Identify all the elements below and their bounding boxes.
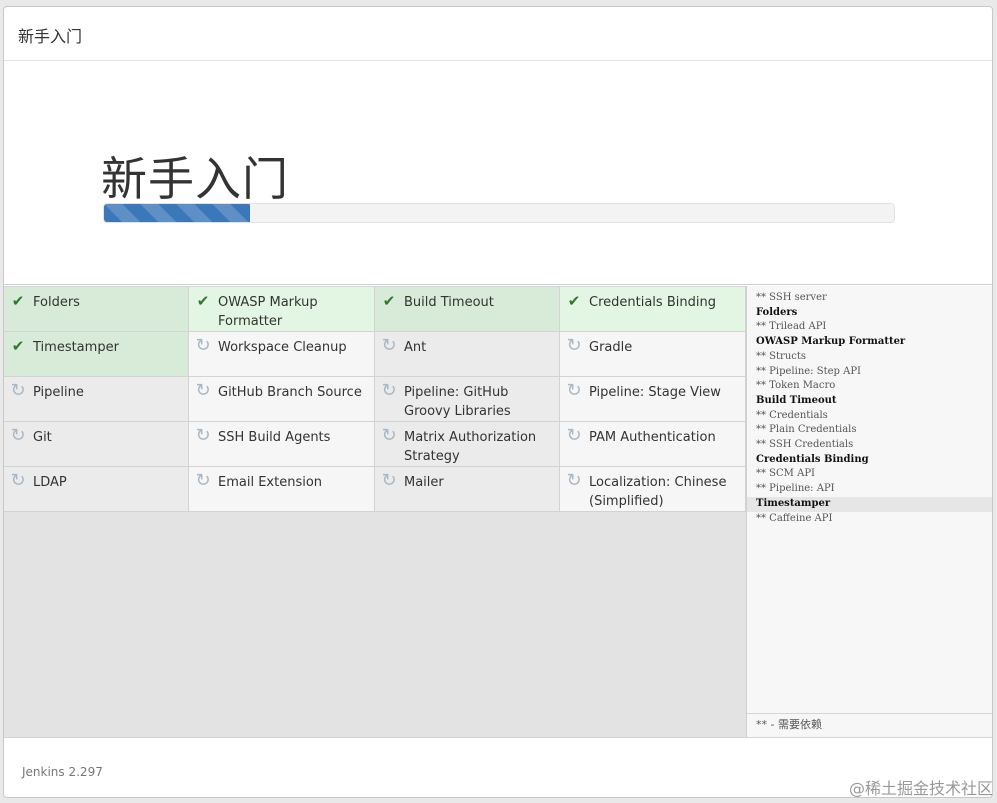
refresh-icon: ↻ bbox=[381, 380, 397, 401]
plugin-item: ↻ Pipeline bbox=[4, 377, 189, 422]
refresh-icon: ↻ bbox=[10, 470, 26, 491]
install-progress bbox=[103, 203, 895, 223]
refresh-icon: ↻ bbox=[381, 470, 397, 491]
refresh-icon: ↻ bbox=[381, 335, 397, 356]
plugin-item: ✔ Folders bbox=[4, 287, 189, 332]
hero-banner: 新手入门 bbox=[4, 61, 992, 285]
refresh-icon: ↻ bbox=[10, 380, 26, 401]
watermark: @稀土掘金技术社区 bbox=[848, 779, 993, 798]
page-title: 新手入门 bbox=[101, 152, 289, 206]
log-line: Folders bbox=[756, 306, 798, 318]
dialog-title: 新手入门 bbox=[18, 27, 83, 46]
refresh-icon: ↻ bbox=[566, 425, 582, 446]
log-line: ** Pipeline: Step API bbox=[756, 365, 861, 377]
plugin-name: Email Extension bbox=[218, 475, 323, 490]
check-icon: ✔ bbox=[11, 292, 25, 310]
log-line: ** Token Macro bbox=[756, 380, 836, 392]
plugin-item: ↻ LDAP bbox=[4, 467, 189, 512]
plugin-name: Git bbox=[33, 430, 52, 445]
refresh-icon: ↻ bbox=[195, 425, 211, 446]
plugin-item: ✔ Build Timeout bbox=[375, 287, 560, 332]
log-line: Timestamper bbox=[747, 496, 992, 512]
check-icon: ✔ bbox=[196, 292, 210, 310]
log-line: ** SSH server bbox=[756, 292, 827, 303]
log-line: ** SSH Credentials bbox=[756, 439, 854, 451]
plugin-name: OWASP Markup Formatter bbox=[218, 295, 318, 329]
check-icon: ✔ bbox=[382, 292, 396, 310]
plugin-name: Ant bbox=[404, 340, 427, 355]
plugin-item: ✔ Credentials Binding bbox=[560, 287, 746, 332]
log-line: OWASP Markup Formatter bbox=[756, 336, 906, 348]
plugin-name: Workspace Cleanup bbox=[218, 340, 347, 355]
plugin-item: ↻ Email Extension bbox=[189, 467, 375, 512]
plugin-name: Timestamper bbox=[33, 340, 119, 355]
plugin-name: Localization: Chinese (Simplified) bbox=[589, 475, 727, 509]
plugin-grid: ✔ Folders ✔ OWASP Markup Formatter ✔ Build Ti… bbox=[4, 286, 746, 512]
plugin-name: Pipeline: GitHub Groovy Libraries bbox=[404, 385, 511, 419]
plugin-item: ↻ Ant bbox=[375, 332, 560, 377]
install-body: ✔ Folders ✔ OWASP Markup Formatter ✔ Build Ti… bbox=[4, 286, 992, 737]
log-line: ** SCM API bbox=[756, 468, 815, 480]
jenkins-version: Jenkins 2.297 bbox=[22, 765, 103, 779]
plugin-item: ↻ Pipeline: GitHub Groovy Libraries bbox=[375, 377, 560, 422]
plugin-item: ↻ Gradle bbox=[560, 332, 746, 377]
plugin-item: ↻ GitHub Branch Source bbox=[189, 377, 375, 422]
check-icon: ✔ bbox=[11, 337, 25, 355]
plugin-name: GitHub Branch Source bbox=[218, 385, 362, 400]
plugin-name: Pipeline bbox=[33, 385, 84, 400]
log-line: ** Plain Credentials bbox=[756, 424, 857, 436]
plugin-item: ↻ Localization: Chinese (Simplified) bbox=[560, 467, 746, 512]
setup-wizard-dialog: 新手入门 新手入门 ✔ Folders ✔ OWASP Markup Formatte… bbox=[3, 6, 993, 798]
log-line: Credentials Binding bbox=[756, 453, 869, 465]
log-line: ** Caffeine API bbox=[756, 512, 833, 524]
plugin-name: LDAP bbox=[33, 475, 67, 490]
plugin-item: ✔ OWASP Markup Formatter bbox=[189, 287, 375, 332]
plugin-item: ↻ Mailer bbox=[375, 467, 560, 512]
plugin-name: Matrix Authorization Strategy bbox=[404, 430, 537, 464]
refresh-icon: ↻ bbox=[195, 335, 211, 356]
plugin-name: SSH Build Agents bbox=[218, 430, 331, 445]
install-progress-bar bbox=[104, 204, 251, 222]
plugin-name: Build Timeout bbox=[404, 295, 494, 310]
plugin-name: Folders bbox=[33, 295, 80, 310]
plugin-name: Mailer bbox=[404, 475, 444, 490]
refresh-icon: ↻ bbox=[10, 425, 26, 446]
plugin-item: ↻ Pipeline: Stage View bbox=[560, 377, 746, 422]
log-line: ** Pipeline: API bbox=[756, 483, 835, 495]
plugin-name: Credentials Binding bbox=[589, 295, 716, 310]
plugin-name: Pipeline: Stage View bbox=[589, 385, 721, 400]
plugin-item: ↻ Matrix Authorization Strategy bbox=[375, 422, 560, 467]
plugin-name: PAM Authentication bbox=[589, 430, 716, 445]
plugin-name: Gradle bbox=[589, 340, 633, 355]
plugin-item: ↻ Git bbox=[4, 422, 189, 467]
install-log-panel[interactable]: ** SSH server Folders ** Trilead API OWASP … bbox=[746, 286, 992, 737]
plugin-item: ↻ PAM Authentication bbox=[560, 422, 746, 467]
refresh-icon: ↻ bbox=[195, 380, 211, 401]
log-line: ** Trilead API bbox=[756, 321, 827, 333]
log-line: ** Structs bbox=[756, 350, 807, 362]
dialog-footer: Jenkins 2.297 bbox=[4, 737, 992, 797]
refresh-icon: ↻ bbox=[195, 470, 211, 491]
refresh-icon: ↻ bbox=[381, 425, 397, 446]
plugin-item: ↻ SSH Build Agents bbox=[189, 422, 375, 467]
log-line: ** Credentials bbox=[756, 409, 828, 421]
plugin-item: ✔ Timestamper bbox=[4, 332, 189, 377]
install-log: ** SSH server Folders ** Trilead API OWASP … bbox=[747, 291, 992, 526]
plugin-item: ↻ Workspace Cleanup bbox=[189, 332, 375, 377]
refresh-icon: ↻ bbox=[566, 380, 582, 401]
refresh-icon: ↻ bbox=[566, 335, 582, 356]
log-legend: ** - 需要依赖 bbox=[747, 713, 992, 737]
log-line: Build Timeout bbox=[756, 394, 837, 406]
check-icon: ✔ bbox=[567, 292, 581, 310]
refresh-icon: ↻ bbox=[566, 470, 582, 491]
dialog-header: 新手入门 bbox=[4, 7, 992, 61]
